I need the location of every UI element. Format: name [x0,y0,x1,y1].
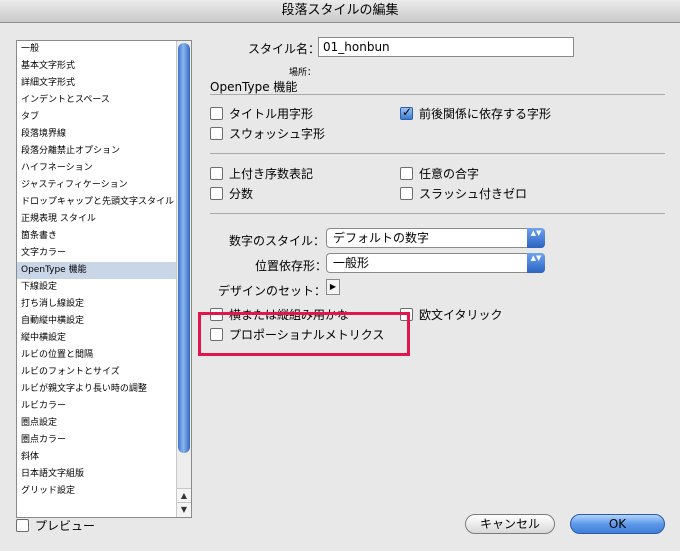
slashed-zero-checkbox[interactable]: スラッシュ付きゼロ [400,185,527,202]
swash-checkbox-box[interactable] [210,127,223,140]
roman-italic-checkbox[interactable]: 欧文イタリック [400,306,503,323]
dialog-body: 一般 基本文字形式 詳細文字形式 インデントとスペース タブ 段落境界線 段落分… [0,23,680,551]
location-label: 場所： [289,68,317,78]
figure-style-label: 数字のスタイル： [229,234,326,248]
list-scrollbar[interactable]: ▲ ▼ [176,41,191,517]
sidebar-item-ruby-font[interactable]: ルビのフォントとサイズ [17,364,177,381]
fraction-label: 分数 [229,187,254,201]
sidebar-item-basic-char[interactable]: 基本文字形式 [17,58,177,75]
sidebar-item-indents[interactable]: インデントとスペース [17,92,177,109]
sidebar-item-tcy[interactable]: 縦中横設定 [17,330,177,347]
highlight-annotation [198,312,410,356]
section-title: OpenType 機能 [210,80,298,94]
window-title-bar: 段落スタイルの編集 [0,0,680,23]
sidebar-item-italic[interactable]: 斜体 [17,449,177,466]
slashed-zero-checkbox-box[interactable] [400,187,413,200]
select-stepper-icon: ▲▼ [527,228,545,248]
sidebar-item-keep-options[interactable]: 段落分離禁止オプション [17,143,177,160]
sidebar-item-grid[interactable]: グリッド設定 [17,483,177,500]
titling-checkbox-box[interactable] [210,107,223,120]
sidebar-item-kenten-color[interactable]: 圏点カラー [17,432,177,449]
ordinal-label: 上付き序数表記 [229,167,314,181]
roman-italic-label: 欧文イタリック [419,308,503,322]
group-divider-2 [210,213,665,214]
titling-label: タイトル用字形 [229,107,314,121]
sidebar-item-japanese-composition[interactable]: 日本語文字組版 [17,466,177,483]
stylistic-set-menu-icon[interactable]: ▶ [326,279,340,295]
sidebar-item-justification[interactable]: ジャスティフィケーション [17,177,177,194]
positional-form-value: 一般形 [333,256,370,270]
contextual-checkbox[interactable]: 前後関係に依存する字形 [400,105,551,122]
titling-checkbox[interactable]: タイトル用字形 [210,105,313,122]
sidebar-item-ruby-position[interactable]: ルビの位置と間隔 [17,347,177,364]
fraction-checkbox-box[interactable] [210,187,223,200]
swash-checkbox[interactable]: スウォッシュ字形 [210,125,325,142]
stylistic-set-label: デザインのセット： [218,284,327,298]
group-divider-1 [210,153,665,154]
ordinal-checkbox-box[interactable] [210,167,223,180]
scroll-down-icon[interactable]: ▼ [177,502,191,517]
scroll-up-icon[interactable]: ▲ [177,488,191,503]
sidebar-item-auto-tcy[interactable]: 自動縦中横設定 [17,313,177,330]
positional-form-select[interactable]: 一般形 ▲▼ [326,253,545,273]
sidebar-item-underline[interactable]: 下線設定 [17,279,177,296]
cancel-button[interactable]: キャンセル [465,514,555,534]
positional-form-label: 位置依存形： [255,259,328,273]
sidebar-item-bullets[interactable]: 箇条書き [17,228,177,245]
category-list[interactable]: 一般 基本文字形式 詳細文字形式 インデントとスペース タブ 段落境界線 段落分… [16,40,192,518]
figure-style-value: デフォルトの数字 [333,231,430,245]
figure-style-select[interactable]: デフォルトの数字 ▲▼ [326,228,545,248]
sidebar-item-kenten[interactable]: 圏点設定 [17,415,177,432]
style-name-input[interactable]: 01_honbun [318,37,574,57]
fraction-checkbox[interactable]: 分数 [210,185,253,202]
sidebar-item-advanced-char[interactable]: 詳細文字形式 [17,75,177,92]
preview-checkbox[interactable]: プレビュー [16,517,95,534]
ordinal-checkbox[interactable]: 上付き序数表記 [210,165,313,182]
sidebar-item-grep-style[interactable]: 正規表現 スタイル [17,211,177,228]
window-title: 段落スタイルの編集 [281,3,399,18]
section-divider [210,94,665,95]
sidebar-item-hyphenation[interactable]: ハイフネーション [17,160,177,177]
sidebar-item-drop-caps[interactable]: ドロップキャップと先頭文字スタイル [17,194,177,211]
ligature-label: 任意の合字 [419,167,480,181]
style-name-label: スタイル名： [248,42,321,56]
swash-label: スウォッシュ字形 [229,127,326,141]
select-stepper-icon: ▲▼ [527,253,545,273]
ligature-checkbox[interactable]: 任意の合字 [400,165,479,182]
preview-label: プレビュー [35,519,96,533]
slashed-zero-label: スラッシュ付きゼロ [419,187,528,201]
scrollbar-thumb[interactable] [178,43,190,453]
contextual-label: 前後関係に依存する字形 [419,107,552,121]
category-list-items: 一般 基本文字形式 詳細文字形式 インデントとスペース タブ 段落境界線 段落分… [17,41,177,500]
sidebar-item-opentype[interactable]: OpenType 機能 [17,262,177,279]
contextual-checkbox-box[interactable] [400,105,413,120]
sidebar-item-strikethrough[interactable]: 打ち消し線設定 [17,296,177,313]
ligature-checkbox-box[interactable] [400,167,413,180]
sidebar-item-ruby-overhang[interactable]: ルビが親文字より長い時の調整 [17,381,177,398]
ok-button[interactable]: OK [570,514,665,534]
sidebar-item-char-color[interactable]: 文字カラー [17,245,177,262]
sidebar-item-general[interactable]: 一般 [17,41,177,58]
sidebar-item-ruby-color[interactable]: ルビカラー [17,398,177,415]
preview-checkbox-box[interactable] [16,519,29,532]
sidebar-item-rules[interactable]: 段落境界線 [17,126,177,143]
sidebar-item-tabs[interactable]: タブ [17,109,177,126]
